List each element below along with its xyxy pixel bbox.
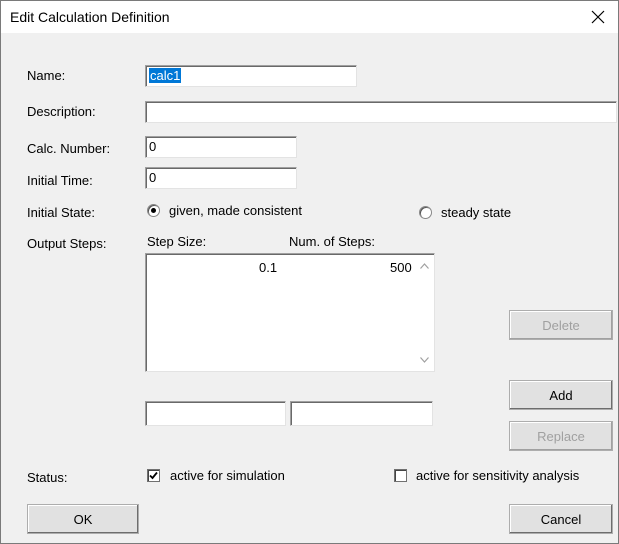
active-simulation-box[interactable] [147, 469, 160, 482]
replace-button[interactable]: Replace [509, 421, 613, 451]
window-title: Edit Calculation Definition [10, 9, 170, 25]
radio-given-consistent-circle[interactable] [147, 204, 160, 217]
new-step-size-input[interactable] [145, 401, 286, 426]
add-button[interactable]: Add [509, 380, 613, 410]
radio-steady-state-circle[interactable] [419, 206, 432, 219]
calc-number-label: Calc. Number: [27, 141, 111, 156]
chevron-down-icon [420, 356, 429, 363]
close-button[interactable] [578, 1, 618, 33]
edit-calculation-dialog: Edit Calculation Definition Name: calc1 … [0, 0, 619, 544]
scroll-up-button[interactable] [416, 257, 433, 274]
delete-button[interactable]: Delete [509, 310, 613, 340]
output-steps-label: Output Steps: [27, 236, 107, 251]
ok-button[interactable]: OK [27, 504, 139, 534]
scroll-down-button[interactable] [416, 351, 433, 368]
list-scrollbar[interactable] [416, 255, 433, 370]
name-input[interactable]: calc1 [145, 65, 357, 87]
active-sensitivity-label[interactable]: active for sensitivity analysis [416, 468, 579, 483]
new-num-steps-input[interactable] [290, 401, 433, 426]
radio-selected-dot [151, 208, 156, 213]
checkmark-icon [149, 471, 158, 480]
description-input[interactable] [145, 101, 617, 123]
initial-state-label: Initial State: [27, 205, 95, 220]
active-simulation-label[interactable]: active for simulation [170, 468, 285, 483]
step-size-header: Step Size: [147, 234, 207, 249]
num-steps-cell: 500 [390, 260, 412, 275]
step-size-cell: 0.1 [259, 260, 278, 275]
radio-given-consistent-label[interactable]: given, made consistent [169, 203, 302, 218]
active-sensitivity-box[interactable] [394, 469, 407, 482]
chevron-up-icon [420, 262, 429, 269]
initial-time-input[interactable]: 0 [145, 167, 297, 189]
close-icon [591, 10, 605, 24]
description-label: Description: [27, 104, 96, 119]
output-steps-list[interactable]: 0.1 500 [145, 253, 435, 372]
title-bar[interactable]: Edit Calculation Definition [1, 1, 618, 33]
radio-steady-state-label[interactable]: steady state [441, 205, 511, 220]
calc-number-input[interactable]: 0 [145, 136, 297, 158]
status-label: Status: [27, 470, 68, 485]
cancel-button[interactable]: Cancel [509, 504, 613, 534]
name-value: calc1 [149, 68, 182, 83]
name-label: Name: [27, 68, 66, 83]
initial-time-label: Initial Time: [27, 173, 93, 188]
num-steps-header: Num. of Steps: [289, 234, 375, 249]
